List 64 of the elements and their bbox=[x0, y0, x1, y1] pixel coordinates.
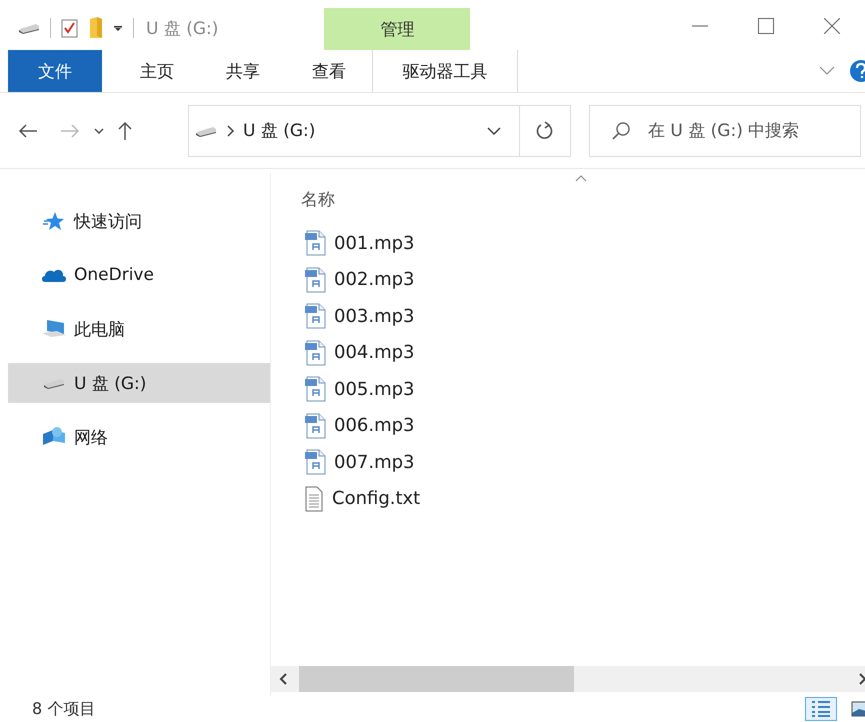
file-name[interactable]: Config.txt bbox=[332, 488, 420, 510]
file-name[interactable]: 007.mp3 bbox=[334, 452, 414, 473]
file-name[interactable]: 004.mp3 bbox=[334, 342, 414, 364]
cloud-icon bbox=[41, 267, 67, 283]
mp3-file-icon bbox=[304, 340, 326, 366]
nav-item[interactable]: 此电脑 bbox=[8, 309, 270, 349]
back-arrow-icon[interactable] bbox=[18, 124, 38, 138]
search-field[interactable]: 在 U 盘 (G:) 中搜索 bbox=[648, 120, 858, 140]
nav-item[interactable]: OneDrive bbox=[8, 255, 270, 295]
drive-icon bbox=[43, 377, 65, 389]
nav-label: 快速访问 bbox=[74, 210, 142, 232]
drive-icon bbox=[18, 22, 40, 34]
context-tab-group: 管理 bbox=[324, 8, 470, 50]
nav-item[interactable]: U 盘 (G:) bbox=[8, 363, 270, 403]
column-header[interactable]: 名称 bbox=[301, 188, 335, 211]
mp3-file-icon bbox=[304, 376, 326, 402]
file-name[interactable]: 006.mp3 bbox=[334, 415, 414, 436]
scroll-right-icon[interactable] bbox=[859, 673, 865, 685]
drive-icon bbox=[195, 124, 217, 136]
file-name[interactable]: 003.mp3 bbox=[334, 306, 414, 327]
large-icons-view-icon bbox=[851, 701, 865, 717]
search-box[interactable]: 在 U 盘 (G:) 中搜索 bbox=[589, 104, 861, 156]
nav-label: 此电脑 bbox=[74, 318, 125, 340]
file-menu-button[interactable]: 文件 bbox=[8, 50, 102, 92]
path-segment[interactable]: U 盘 (G:) bbox=[243, 119, 487, 142]
mp3-file-icon bbox=[304, 449, 326, 476]
mp3-file-icon bbox=[304, 303, 326, 330]
nav-label: 网络 bbox=[74, 426, 108, 448]
nav-label: OneDrive bbox=[74, 265, 154, 285]
address-bar[interactable]: U 盘 (G:) bbox=[188, 104, 571, 156]
close-icon[interactable] bbox=[824, 18, 840, 34]
scroll-thumb[interactable] bbox=[299, 666, 574, 692]
refresh-icon[interactable] bbox=[536, 120, 554, 140]
chevron-right-icon[interactable] bbox=[227, 124, 235, 136]
ribbon-tab[interactable]: 共享 bbox=[200, 50, 286, 92]
maximize-icon[interactable] bbox=[758, 18, 774, 34]
star-icon bbox=[43, 211, 65, 231]
file-name[interactable]: 001.mp3 bbox=[334, 232, 414, 254]
computer-icon bbox=[41, 319, 67, 339]
chevron-down-icon[interactable] bbox=[487, 126, 501, 134]
window-title: U 盘 (G:) bbox=[146, 18, 218, 40]
mp3-file-icon bbox=[304, 230, 326, 256]
sort-caret-icon bbox=[575, 175, 587, 182]
details-view-icon bbox=[811, 700, 831, 718]
search-icon bbox=[612, 122, 630, 140]
item-count: 8 个项目 bbox=[32, 698, 96, 720]
network-icon bbox=[41, 426, 67, 448]
ribbon-tab[interactable]: 查看 bbox=[286, 50, 372, 92]
file-name[interactable]: 002.mp3 bbox=[334, 269, 414, 290]
help-icon[interactable] bbox=[849, 59, 865, 83]
horizontal-scrollbar[interactable] bbox=[271, 666, 865, 692]
ribbon-tab[interactable]: 主页 bbox=[114, 50, 200, 92]
nav-item[interactable]: 网络 bbox=[8, 417, 270, 457]
up-arrow-icon[interactable] bbox=[118, 120, 132, 140]
nav-item[interactable]: 快速访问 bbox=[8, 201, 270, 241]
history-dropdown-icon[interactable] bbox=[94, 128, 104, 134]
view-button[interactable] bbox=[805, 697, 837, 721]
mp3-file-icon bbox=[304, 412, 326, 439]
text-file-icon bbox=[304, 486, 324, 512]
dropdown-icon[interactable] bbox=[113, 24, 123, 32]
properties-icon[interactable] bbox=[61, 18, 79, 38]
mp3-file-icon bbox=[304, 266, 326, 293]
file-name[interactable]: 005.mp3 bbox=[334, 378, 414, 400]
nav-label: U 盘 (G:) bbox=[74, 372, 146, 394]
